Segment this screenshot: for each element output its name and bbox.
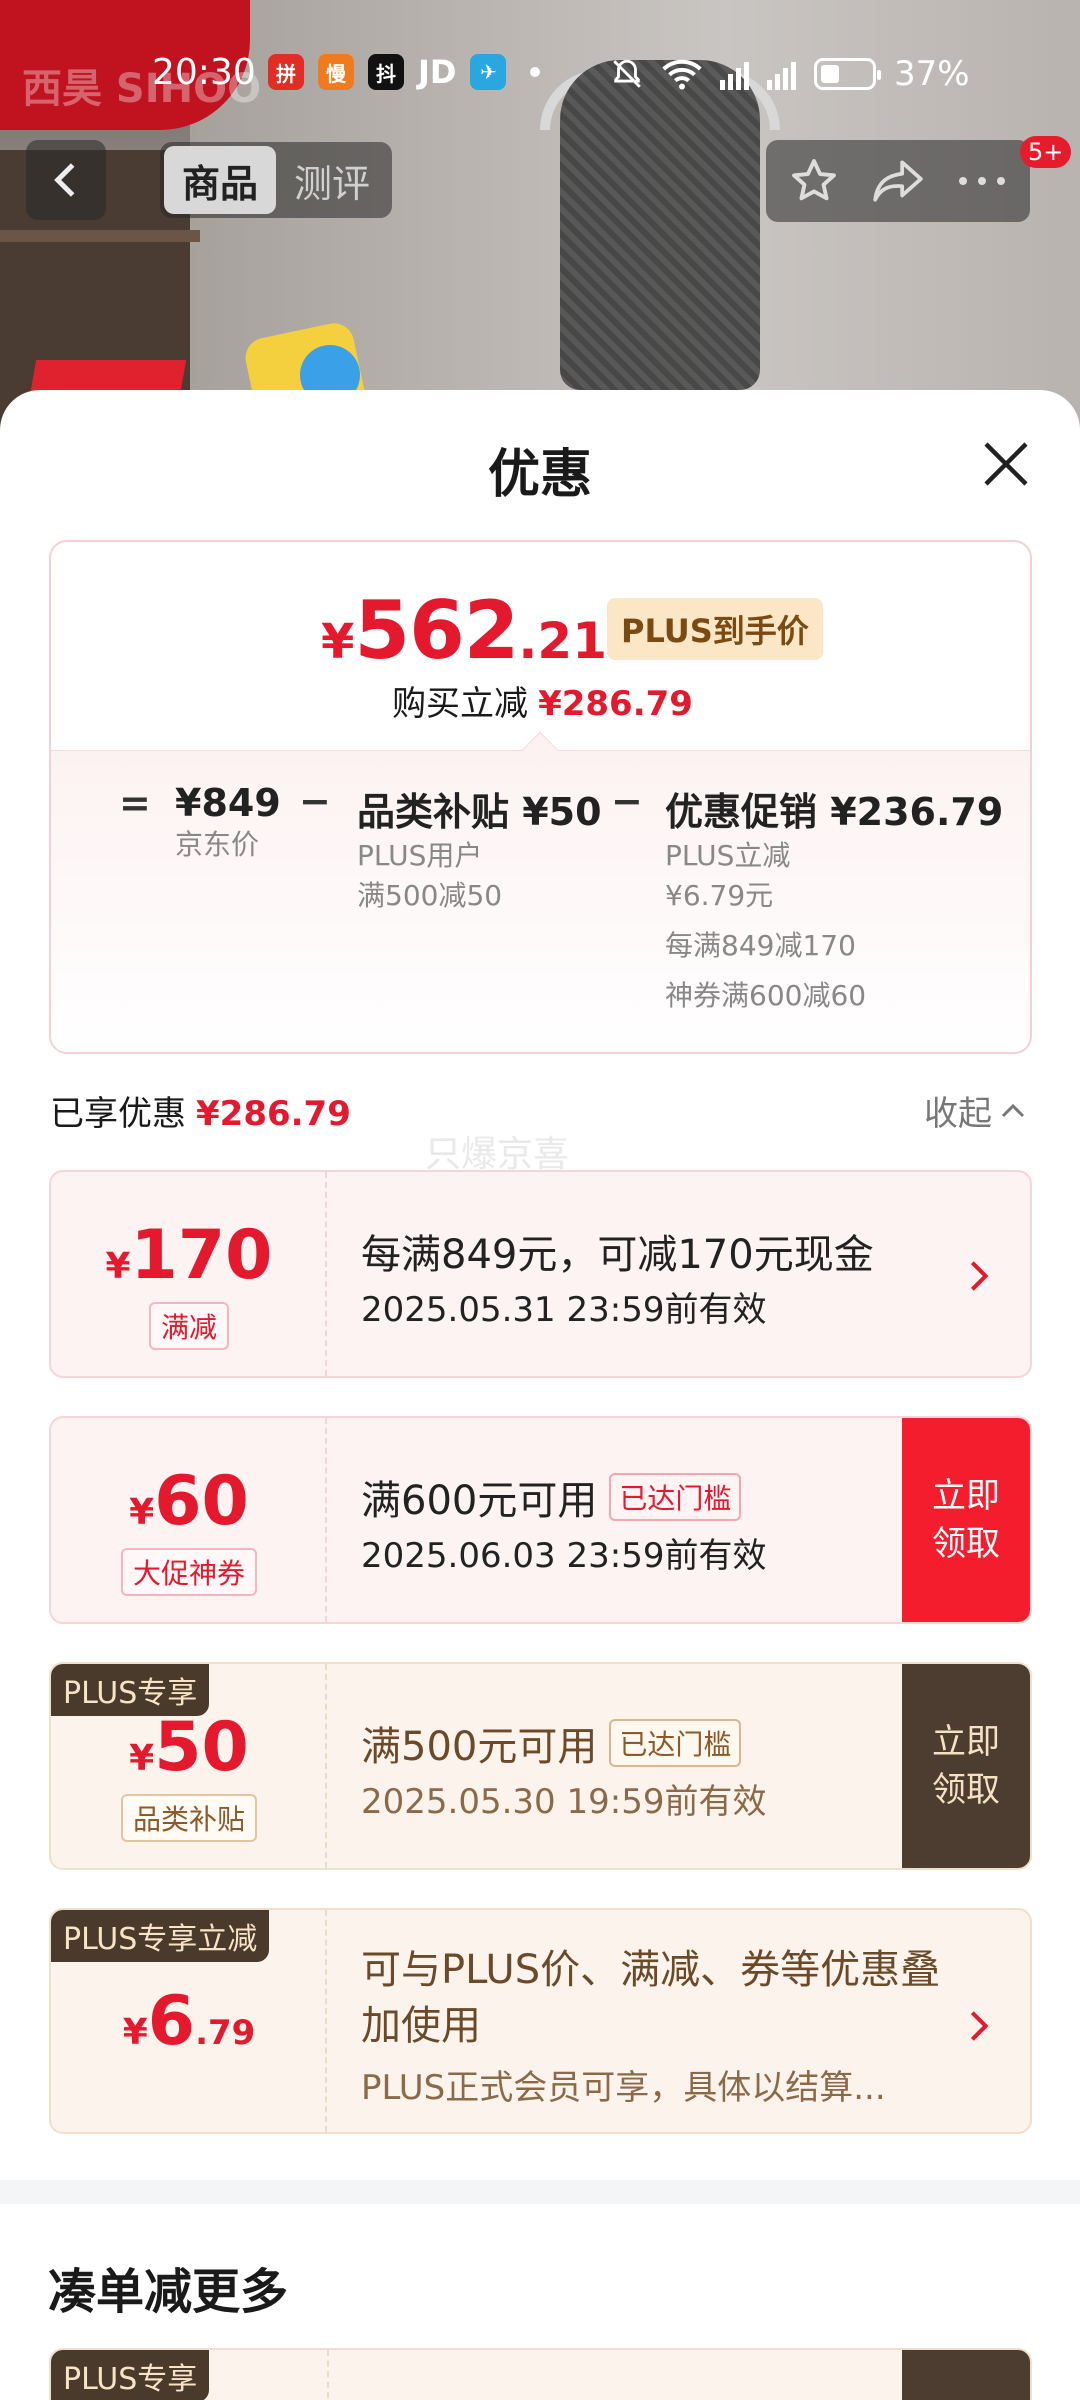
coupon-type-tag: 满减	[148, 1302, 229, 1350]
collapse-label: 收起	[924, 1094, 992, 1134]
coupon-amount: ¥170	[105, 1216, 273, 1295]
breakdown-category-subsidy: 品类补贴 ¥50 PLUS用户 满500减50	[357, 781, 602, 916]
final-price: ¥562.21	[321, 584, 607, 677]
coupon-amount: ¥6.79	[122, 1982, 256, 2061]
telegram-icon: ✈	[470, 54, 507, 90]
claim-label: 立即 领取	[932, 1476, 1000, 1564]
chevron-up-icon	[1001, 1103, 1025, 1117]
add-on-section-title: 凑单减更多	[48, 2264, 289, 2320]
message-badge: 5+	[1020, 136, 1072, 168]
promotions-sub2: ¥6.79元	[665, 879, 774, 912]
coupon-card-full-reduction[interactable]: ¥170 满减 每满849元，可减170元现金 2025.05.31 23:59…	[49, 1170, 1032, 1378]
nav-actions	[766, 140, 1030, 222]
price-breakdown: = ¥849 京东价 − 品类补贴 ¥50 PLUS用户 满500减50 − 优…	[51, 731, 1030, 1052]
price-integer: 562	[354, 584, 519, 677]
coupon-expiry: 2025.06.03 23:59前有效	[361, 1536, 767, 1576]
back-button[interactable]	[26, 140, 106, 220]
instant-discount-amount: ¥286.79	[538, 684, 693, 724]
close-button[interactable]	[976, 434, 1036, 494]
plus-instant-ribbon: PLUS专享立减	[51, 1910, 270, 1962]
sheet-title: 优惠	[487, 445, 592, 505]
more-button[interactable]	[947, 146, 1017, 216]
promotions-sub4: 神券满600减60	[665, 979, 867, 1012]
instant-discount-label: 购买立减	[392, 684, 529, 724]
promotions-sub3: 每满849减170	[665, 929, 856, 962]
product-nav-bar: 商品 测评 5+	[0, 136, 1080, 224]
claim-coupon-button[interactable]: 立即 领取	[902, 1664, 1030, 1868]
enjoyed-label: 已享优惠	[50, 1094, 186, 1134]
coupon-title: 满600元可用 已达门槛	[361, 1468, 742, 1526]
notification-icons: 拼 慢 抖 JD ✈	[268, 53, 541, 91]
coupon-amount: ¥60	[129, 1462, 249, 1541]
pinduoduo-icon: 拼	[268, 54, 304, 90]
price-summary-card: ¥562.21 PLUS到手价 购买立减 ¥286.79 = ¥849 京东价 −…	[49, 540, 1032, 1054]
coupon-expiry: 2025.05.31 23:59前有效	[361, 1290, 767, 1330]
section-divider	[0, 2180, 1080, 2204]
coupon-title: 满500元可用 已达门槛	[361, 1714, 742, 1772]
battery-percent: 37%	[894, 54, 970, 94]
coupon-type-tag: 品类补贴	[120, 1794, 257, 1842]
promotions-amount: 优惠促销 ¥236.79	[665, 790, 1004, 834]
jd-price-label: 京东价	[175, 828, 260, 861]
signal-5g-icon-1	[720, 58, 749, 90]
claim-coupon-button[interactable]: 立即 领取	[902, 1418, 1030, 1622]
tiktok-icon: 抖	[368, 54, 404, 90]
close-icon	[984, 442, 1028, 486]
status-bar: 西昊 SIHOO 20:30 拼 慢 抖 JD ✈ 37%	[0, 36, 1080, 112]
enjoyed-amount: ¥286.79	[196, 1094, 351, 1134]
more-notifications-dot-icon	[530, 67, 541, 77]
coupon-note: PLUS正式会员可享，具体以结算...	[361, 2068, 886, 2108]
jd-icon: JD	[418, 53, 457, 91]
promotions-sub1: PLUS立减	[665, 839, 791, 872]
slow-app-icon: 慢	[318, 54, 354, 90]
claim-label: 立即 领取	[932, 1722, 1000, 1810]
coupon-amount: ¥50	[129, 1708, 249, 1787]
category-subsidy-sub2: 满500减50	[357, 879, 503, 912]
coupon-title: 可与PLUS价、满减、券等优惠叠加使用	[361, 1947, 941, 2049]
share-button[interactable]	[863, 146, 933, 216]
price-decimal: .21	[518, 612, 607, 670]
coupon-card-plus-instant[interactable]: PLUS专享立减 ¥6.79 可与PLUS价、满减、券等优惠叠加使用 PLUS正…	[49, 1908, 1032, 2134]
breakdown-promotions: 优惠促销 ¥236.79 PLUS立减 ¥6.79元 每满849减170 神券满…	[665, 781, 1003, 1016]
chevron-left-icon	[54, 163, 75, 197]
mute-bell-icon	[613, 59, 641, 88]
system-icons: 37%	[610, 54, 970, 94]
status-time: 20:30	[152, 52, 256, 93]
coupon-card-promo: ¥60 大促神券 满600元可用 已达门槛 2025.06.03 23:59前有效…	[49, 1416, 1032, 1624]
instant-discount-line: 购买立减 ¥286.79	[51, 676, 1030, 725]
enjoyed-discount: 已享优惠 ¥286.79	[50, 1086, 351, 1135]
tab-product[interactable]: 商品	[164, 146, 276, 214]
chevron-right-icon	[970, 2011, 989, 2041]
battery-icon	[814, 58, 881, 90]
discount-sheet: 优惠 ¥562.21 PLUS到手价 购买立减 ¥286.79 = ¥849 京东…	[0, 390, 1080, 2400]
star-icon	[792, 159, 836, 201]
breakdown-jd-price: ¥849 京东价	[175, 781, 281, 865]
more-dots-icon	[959, 177, 1005, 185]
jd-price-amount: ¥849	[175, 781, 281, 825]
coupon-type-tag: 大促神券	[120, 1548, 257, 1596]
plus-price-tag: PLUS到手价	[607, 598, 823, 660]
collapse-button[interactable]: 收起	[924, 1086, 1026, 1135]
coupon-expiry: 2025.05.30 19:59前有效	[361, 1782, 767, 1822]
add-on-coupon-card[interactable]: PLUS专享	[49, 2348, 1032, 2400]
share-icon	[873, 160, 923, 202]
category-subsidy-sub1: PLUS用户	[357, 839, 483, 872]
product-tabs: 商品 测评	[160, 142, 392, 218]
favorite-button[interactable]	[779, 146, 849, 216]
coupon-title: 每满849元，可减170元现金	[361, 1232, 874, 1278]
plus-exclusive-ribbon: PLUS专享	[51, 2350, 210, 2400]
threshold-reached-badge: 已达门槛	[609, 1473, 742, 1521]
tab-reviews[interactable]: 测评	[276, 146, 388, 214]
category-subsidy-amount: 品类补贴 ¥50	[357, 790, 602, 834]
chevron-right-icon	[970, 1261, 989, 1291]
coupon-card-plus-subsidy: PLUS专享 ¥50 品类补贴 满500元可用 已达门槛 2025.05.30 1…	[49, 1662, 1032, 1870]
wifi-icon	[662, 59, 702, 90]
signal-5g-icon-2	[767, 58, 796, 90]
claim-coupon-button[interactable]	[902, 2350, 1030, 2400]
final-price-section: ¥562.21 PLUS到手价 购买立减 ¥286.79	[51, 542, 1030, 750]
threshold-reached-badge: 已达门槛	[609, 1719, 742, 1767]
price-symbol: ¥	[321, 614, 355, 670]
